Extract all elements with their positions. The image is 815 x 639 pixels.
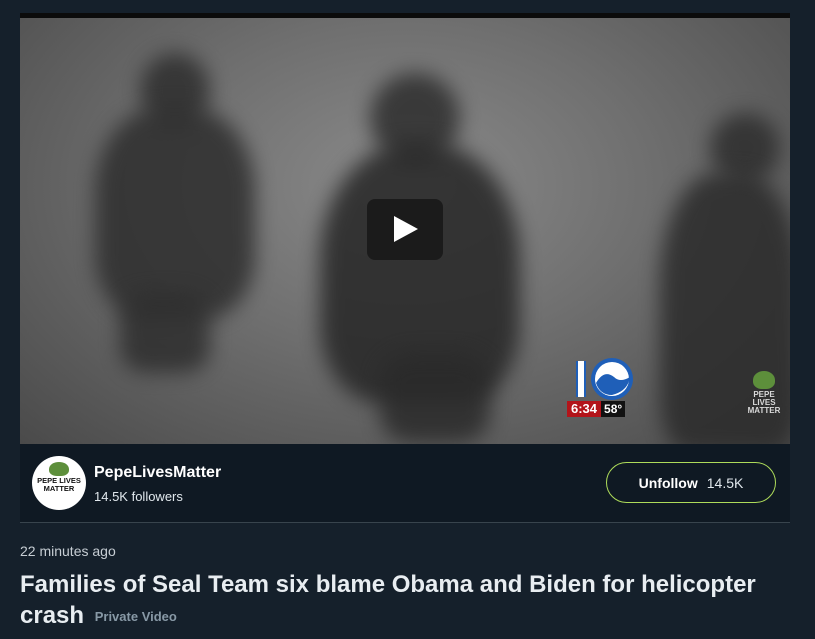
divider — [20, 522, 790, 523]
video-player[interactable]: 6:34 58° PEPE LIVES MATTER — [20, 13, 790, 444]
video-top-edge — [20, 13, 790, 18]
channel-watermark: PEPE LIVES MATTER — [744, 371, 784, 415]
watermark-text: PEPE LIVES MATTER — [747, 390, 781, 415]
play-button[interactable] — [367, 199, 443, 260]
unfollow-button[interactable]: Unfollow 14.5K — [606, 462, 776, 503]
frog-icon — [49, 462, 69, 476]
frog-icon — [753, 371, 775, 389]
station-time-box: 6:34 58° — [567, 401, 626, 417]
post-timestamp: 22 minutes ago — [20, 543, 116, 559]
creator-name[interactable]: PepeLivesMatter — [94, 464, 221, 482]
creator-bar: PEPE LIVES MATTER PepeLivesMatter 14.5K … — [20, 444, 790, 522]
video-title: Families of Seal Team six blame Obama an… — [20, 569, 800, 632]
figure-silhouette — [95, 108, 255, 318]
video-page: 6:34 58° PEPE LIVES MATTER PEPE LIVES MA… — [0, 0, 815, 639]
station-logo-icon — [576, 358, 633, 400]
figure-silhouette — [380, 353, 490, 443]
avatar-text: PEPE LIVES MATTER — [37, 476, 81, 493]
figure-silhouette — [120, 293, 210, 373]
unfollow-label: Unfollow — [638, 474, 698, 491]
play-icon — [394, 216, 418, 242]
station-temperature: 58° — [601, 401, 626, 417]
unfollow-count: 14.5K — [706, 474, 744, 491]
station-clock: 6:34 — [567, 401, 602, 417]
follower-count: 14.5K followers — [94, 489, 183, 504]
privacy-badge: Private Video — [94, 609, 177, 625]
avatar[interactable]: PEPE LIVES MATTER — [32, 456, 86, 510]
